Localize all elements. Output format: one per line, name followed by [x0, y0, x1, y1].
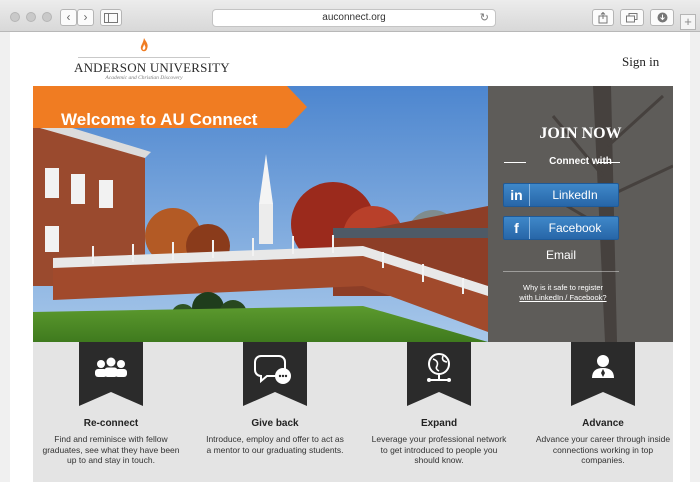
safe-register-line2: with LinkedIn / Facebook? [519, 293, 607, 302]
downloads-button[interactable] [650, 9, 674, 26]
people-icon [79, 342, 143, 406]
minimize-window-icon[interactable] [26, 12, 36, 22]
address-bar[interactable]: auconnect.org ↻ [212, 9, 496, 27]
linkedin-label: LinkedIn [552, 188, 598, 202]
url-text: auconnect.org [322, 12, 386, 23]
join-now-heading: JOIN NOW [539, 125, 622, 142]
feature-title: Advance [582, 418, 624, 429]
connect-divider-right [598, 162, 620, 163]
tabs-button[interactable] [620, 9, 644, 26]
reload-icon[interactable]: ↻ [480, 10, 489, 26]
feature-description: Find and reminisce with fellow graduates… [42, 434, 180, 465]
back-button[interactable]: ‹ [60, 9, 77, 26]
safe-register-link[interactable]: Why is it safe to register with LinkedIn… [498, 283, 628, 303]
logo-name: ANDERSON UNIVERSITY [74, 60, 230, 75]
feature-description: Advance your career through inside conne… [535, 434, 671, 465]
logo-divider [78, 57, 210, 58]
safe-register-line1: Why is it safe to register [522, 283, 604, 292]
connect-with-label: Connect with [549, 156, 612, 167]
facebook-label: Facebook [548, 221, 602, 235]
facebook-button[interactable]: f Facebook [503, 216, 619, 240]
web-page: ANDERSON UNIVERSITY Academic and Christi… [10, 32, 690, 482]
share-icon [598, 11, 608, 24]
tabs-icon [626, 13, 638, 23]
join-panel: JOIN NOW Connect with in LinkedIn f Face… [488, 86, 673, 342]
feature-title: Give back [251, 418, 299, 429]
chat-icon [243, 342, 307, 406]
flame-icon [140, 38, 148, 52]
close-window-icon[interactable] [10, 12, 20, 22]
logo-tagline: Academic and Christian Discovery [105, 75, 183, 81]
forward-button[interactable]: › [77, 9, 94, 26]
university-logo[interactable]: ANDERSON UNIVERSITY Academic and Christi… [74, 38, 230, 84]
browser-window: ‹ › auconnect.org ↻ + ANDERSON UNIVERSIT… [0, 0, 700, 482]
feature-description: Introduce, employ and offer to act as a … [206, 434, 344, 455]
features-section: Re-connect Find and reminisce with fello… [33, 342, 673, 482]
new-tab-button[interactable]: + [680, 14, 696, 30]
zoom-window-icon[interactable] [42, 12, 52, 22]
globe-icon [407, 342, 471, 406]
hero-section: Welcome to AU Connect JOIN NOW Connect w… [33, 86, 673, 342]
feature-give-back: Give back Introduce, employ and offer to… [205, 342, 355, 482]
panel-divider [503, 271, 619, 272]
sign-in-link[interactable]: Sign in [622, 54, 659, 70]
feature-description: Leverage your professional network to ge… [371, 434, 507, 465]
linkedin-button[interactable]: in LinkedIn [503, 183, 619, 207]
sidebar-toggle-button[interactable] [100, 9, 122, 26]
feature-advance: Advance Advance your career through insi… [533, 342, 683, 482]
sidebar-icon [104, 13, 118, 23]
email-link[interactable]: Email [503, 248, 619, 262]
facebook-icon: f [504, 217, 530, 239]
feature-title: Expand [420, 418, 458, 429]
feature-expand: Expand Leverage your professional networ… [369, 342, 519, 482]
user-icon [571, 342, 635, 406]
feature-reconnect: Re-connect Find and reminisce with fello… [41, 342, 191, 482]
welcome-banner-text: Welcome to AU Connect [61, 110, 258, 129]
feature-title: Re-connect [83, 418, 139, 429]
share-button[interactable] [592, 9, 614, 26]
download-icon [657, 12, 667, 23]
linkedin-icon: in [504, 184, 530, 206]
browser-toolbar: ‹ › auconnect.org ↻ + [0, 0, 700, 32]
